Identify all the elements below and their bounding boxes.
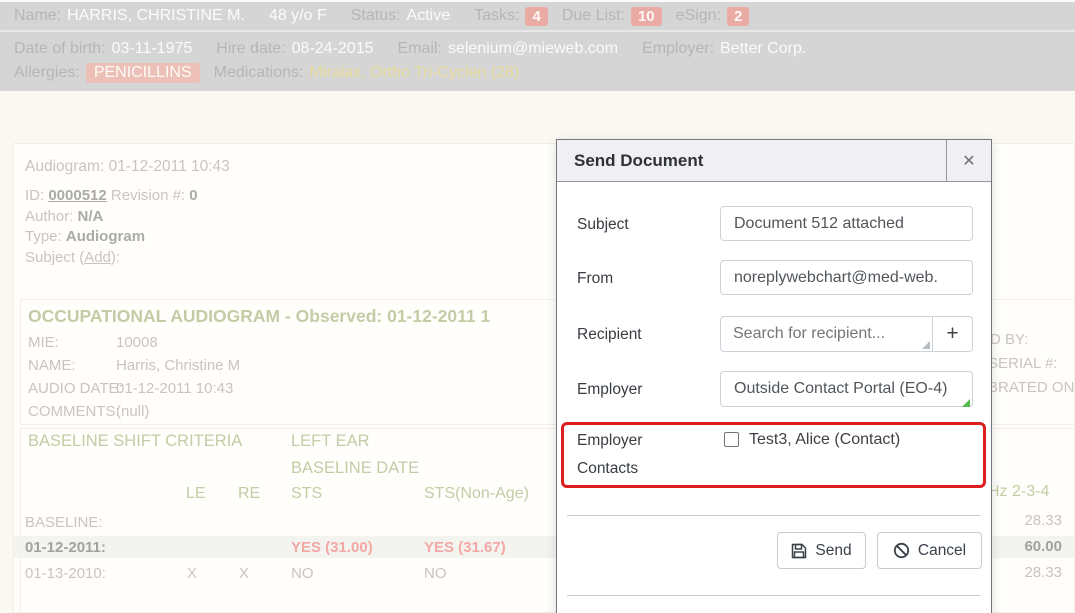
tasks-label: Tasks:: [474, 7, 519, 25]
subject-input[interactable]: [720, 206, 973, 241]
dob-label: Date of birth:: [14, 40, 106, 58]
col-header-le: LE: [186, 485, 206, 503]
patient-header: Name: HARRIS, CHRISTINE M. 48 y/o F Stat…: [0, 0, 1075, 91]
modal-title: Send Document: [557, 151, 703, 171]
hire-date-value: 08-24-2015: [292, 40, 374, 58]
recipient-label: Recipient: [577, 326, 642, 344]
audiogram-row-value: 10008: [116, 334, 158, 351]
allergy-badge[interactable]: PENICILLINS: [86, 63, 200, 83]
baseline-row-re: X: [239, 565, 249, 582]
patient-header-row1: Name: HARRIS, CHRISTINE M. 48 y/o F Stat…: [0, 2, 1075, 32]
audiogram-row-label: NAME:: [28, 357, 76, 374]
modal-header: Send Document ✕: [557, 140, 991, 182]
doc-subject-add-link[interactable]: Add: [84, 249, 111, 266]
employer-label: Employer:: [642, 40, 714, 58]
baseline-row-hz: 28.33: [992, 564, 1062, 581]
employer-select[interactable]: Outside Contact Portal (EO-4): [720, 371, 973, 407]
send-button[interactable]: Send: [777, 532, 866, 569]
medications-list[interactable]: Miralax, Ortho Tri-Cyclen (28): [309, 64, 519, 82]
from-label: From: [577, 270, 613, 288]
hire-date-label: Hire date:: [216, 40, 285, 58]
baseline-row-label: 01-13-2010:: [25, 565, 106, 582]
employer-value: Better Corp.: [720, 40, 806, 58]
send-document-modal: Send Document ✕ Subject From Recipient +…: [556, 139, 992, 613]
col-header-hz: Hz 2-3-4: [988, 483, 1049, 501]
baseline-date-label: BASELINE DATE: [291, 459, 419, 478]
resize-grip-green-icon[interactable]: [962, 399, 970, 407]
audiogram-row-value: 01-12-2011 10:43: [116, 380, 233, 397]
medications-label: Medications:: [214, 64, 304, 82]
name-label: Name:: [14, 7, 61, 25]
doc-fragment: SERIAL #:: [988, 355, 1057, 372]
document-title: Audiogram: 01-12-2011 10:43: [25, 158, 230, 176]
baseline-row-sts: NO: [291, 565, 314, 582]
tasks-count-badge[interactable]: 4: [525, 7, 547, 26]
doc-author-label: Author:: [25, 208, 73, 225]
baseline-row-label: BASELINE:: [25, 514, 103, 531]
due-list-label: Due List:: [562, 7, 625, 25]
doc-fragment: BRATED ON: [988, 379, 1074, 396]
doc-id-label: ID:: [25, 187, 44, 204]
esign-label: eSign:: [676, 7, 721, 25]
baseline-section-heading: BASELINE SHIFT CRITERIA: [28, 432, 242, 451]
doc-id-link[interactable]: 0000512: [48, 187, 106, 204]
recipient-input-group: +: [720, 316, 973, 352]
contact-checkbox[interactable]: [724, 432, 739, 447]
subject-label: Subject: [577, 216, 629, 234]
esign-count-badge[interactable]: 2: [727, 7, 749, 26]
baseline-row-hz: 28.33: [992, 512, 1062, 529]
resize-grip-icon[interactable]: [922, 341, 930, 349]
contact-option-label[interactable]: Test3, Alice (Contact): [749, 431, 900, 449]
employer-field-label: Employer: [577, 381, 642, 399]
doc-subject-label: Subject (: [25, 249, 84, 266]
audiogram-row-value: (null): [116, 403, 149, 420]
audiogram-section-heading: OCCUPATIONAL AUDIOGRAM - Observed: 01-12…: [28, 306, 490, 327]
audiogram-row-value: Harris, Christine M: [116, 357, 240, 374]
document-meta: ID: 0000512 Revision #: 0 Author: N/A Ty…: [25, 186, 198, 268]
due-list-count-badge[interactable]: 10: [631, 7, 662, 26]
add-recipient-button[interactable]: +: [933, 316, 973, 352]
col-header-sts: STS: [291, 485, 322, 503]
audiogram-row-label: AUDIO DATE:: [28, 380, 123, 397]
baseline-ear-heading: LEFT EAR: [291, 432, 370, 451]
baseline-row-sts-nonage: YES (31.67): [424, 539, 506, 556]
cancel-button[interactable]: Cancel: [877, 532, 982, 569]
baseline-row-le: X: [187, 565, 197, 582]
dob-value: 03-11-1975: [112, 40, 193, 58]
baseline-row-hz: 60.00: [992, 538, 1062, 555]
divider: [567, 595, 980, 596]
doc-revision-label: Revision #:: [111, 187, 185, 204]
email-label: Email:: [397, 40, 441, 58]
doc-fragment: D BY:: [990, 331, 1028, 348]
col-header-sts-nonage: STS(Non-Age): [424, 485, 529, 503]
email-value: selenium@mieweb.com: [448, 40, 618, 58]
audiogram-row-label: COMMENTS:: [28, 403, 120, 420]
baseline-row-sts: YES (31.00): [291, 539, 373, 556]
status-label: Status:: [351, 7, 401, 25]
close-icon[interactable]: ✕: [946, 140, 991, 181]
allergies-label: Allergies:: [14, 64, 80, 82]
patient-name: HARRIS, CHRISTINE M.: [67, 7, 245, 25]
status-value: Active: [407, 7, 451, 25]
patient-age-sex: 48 y/o F: [269, 7, 327, 25]
doc-type-value: Audiogram: [66, 228, 145, 245]
from-input[interactable]: [720, 260, 973, 295]
save-icon: [791, 543, 807, 559]
divider: [567, 515, 980, 516]
baseline-row-label: 01-12-2011:: [25, 539, 106, 556]
col-header-re: RE: [238, 485, 260, 503]
recipient-search-input[interactable]: [720, 316, 933, 352]
patient-header-row2: Date of birth: 03-11-1975 Hire date: 08-…: [0, 32, 1075, 91]
baseline-row-sts-nonage: NO: [424, 565, 447, 582]
doc-subject-suffix: ):: [111, 249, 120, 266]
cancel-icon: [893, 542, 910, 559]
audiogram-row-label: MIE:: [28, 334, 59, 351]
employer-contacts-label: Employer Contacts: [577, 427, 642, 483]
doc-author-value: N/A: [78, 208, 104, 225]
doc-revision-value: 0: [189, 187, 197, 204]
doc-type-label: Type:: [25, 228, 62, 245]
